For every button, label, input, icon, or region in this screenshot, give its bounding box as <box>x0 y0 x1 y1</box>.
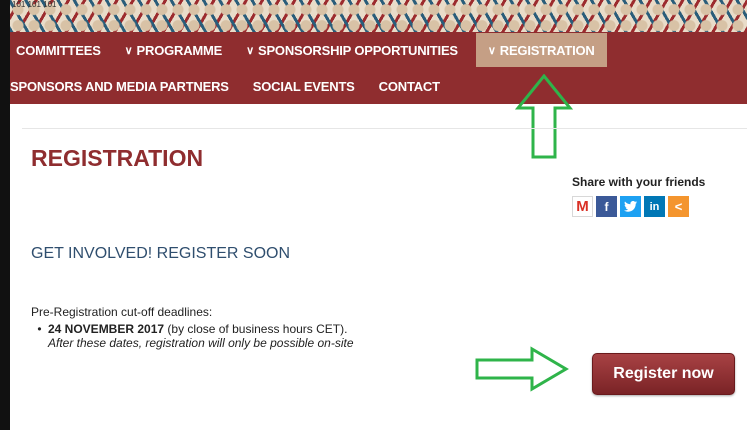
annotation-arrow-up-icon <box>515 74 573 159</box>
linkedin-icon[interactable]: in <box>644 196 665 217</box>
nav-row-secondary: SPONSORS AND MEDIA PARTNERS SOCIAL EVENT… <box>10 68 452 104</box>
main-navigation: COMMITTEES ∨ PROGRAMME ∨ SPONSORSHIP OPP… <box>10 32 747 104</box>
nav-item-social-events[interactable]: SOCIAL EVENTS <box>241 68 367 104</box>
nav-item-sponsorship-opportunities[interactable]: ∨ SPONSORSHIP OPPORTUNITIES <box>234 32 470 68</box>
header-pattern-banner <box>10 0 747 32</box>
window-edge <box>0 0 10 430</box>
cutoff-deadlines-label: Pre-Registration cut-off deadlines: <box>31 305 213 319</box>
share-buttons: M f in < <box>572 196 689 217</box>
nav-item-label: SOCIAL EVENTS <box>252 78 355 94</box>
nav-item-sponsors-media-partners[interactable]: SPONSORS AND MEDIA PARTNERS <box>10 68 241 104</box>
nav-item-label: REGISTRATION <box>499 42 595 58</box>
deadline-suffix: (by close of business hours CET). <box>164 322 348 336</box>
bullet-icon: • <box>37 322 42 336</box>
chevron-down-icon: ∨ <box>246 44 254 57</box>
deadline-date: 24 NOVEMBER 2017 <box>48 322 165 336</box>
nav-item-label: SPONSORS AND MEDIA PARTNERS <box>10 78 229 94</box>
register-subheading: GET INVOLVED! REGISTER SOON <box>31 245 291 262</box>
nav-item-contact[interactable]: CONTACT <box>367 68 452 104</box>
page-title: REGISTRATION <box>31 145 204 171</box>
register-now-button[interactable]: Register now <box>592 353 735 395</box>
nav-row-primary: COMMITTEES ∨ PROGRAMME ∨ SPONSORSHIP OPP… <box>10 32 607 68</box>
list-item: • 24 NOVEMBER 2017 (by close of business… <box>31 322 354 336</box>
share-label: Share with your friends <box>572 175 706 189</box>
nav-item-programme[interactable]: ∨ PROGRAMME <box>113 32 234 68</box>
chevron-down-icon: ∨ <box>124 44 133 57</box>
nav-item-committees[interactable]: COMMITTEES <box>10 32 113 68</box>
share-icon[interactable]: < <box>668 196 689 217</box>
facebook-icon[interactable]: f <box>596 196 617 217</box>
annotation-arrow-right-icon <box>475 346 569 392</box>
gmail-icon[interactable]: M <box>572 196 593 217</box>
nav-item-registration[interactable]: ∨ REGISTRATION <box>475 33 607 67</box>
content-divider <box>22 128 747 129</box>
nav-item-label: CONTACT <box>378 78 440 94</box>
deadline-list: • 24 NOVEMBER 2017 (by close of business… <box>31 322 354 350</box>
nav-item-label: SPONSORSHIP OPPORTUNITIES <box>257 42 458 58</box>
corner-label: 101 101 101 <box>12 0 57 9</box>
nav-item-label: PROGRAMME <box>136 42 223 58</box>
chevron-down-icon: ∨ <box>487 44 496 57</box>
twitter-icon[interactable] <box>620 196 641 217</box>
deadline-note: After these dates, registration will onl… <box>48 336 354 350</box>
nav-item-label: COMMITTEES <box>16 42 101 58</box>
